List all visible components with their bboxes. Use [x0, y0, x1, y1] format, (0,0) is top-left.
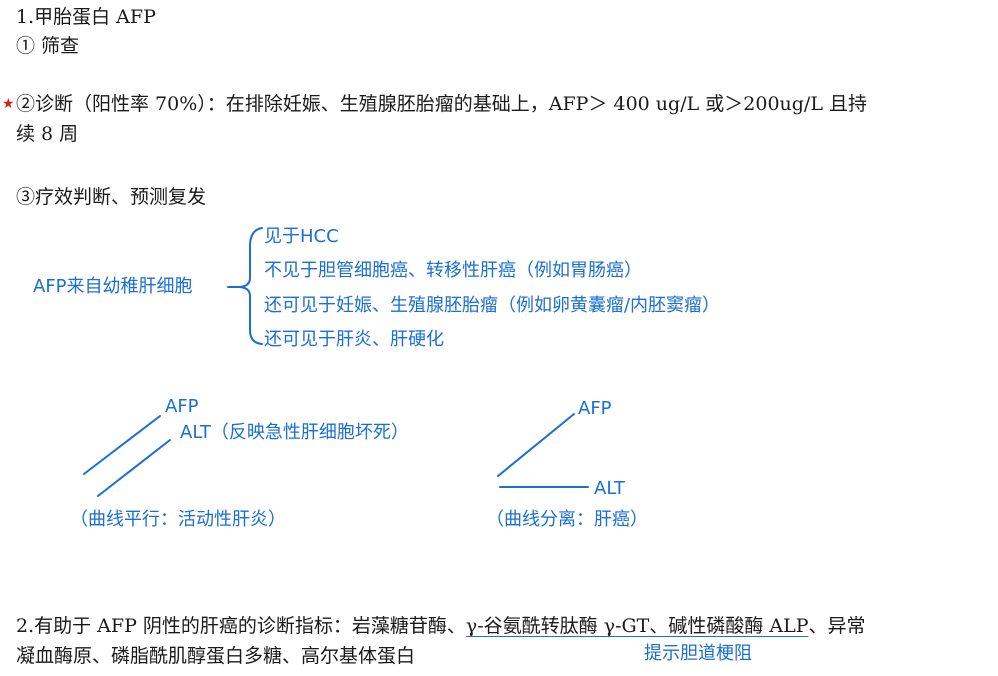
right-afp-label: AFP — [578, 398, 612, 419]
section2-suffix: 、异常 — [808, 615, 866, 637]
right-caption: （曲线分离：肝癌） — [486, 509, 648, 530]
left-alt-label: ALT（反映急性肝细胞坏死） — [180, 422, 409, 443]
section2-underlined: γ-谷氨酰转肽酶 γ-GT、碱性磷酸酶 ALP — [465, 615, 809, 637]
branch-not-seen: 不见于胆管细胞癌、转移性肝癌（例如胃肠癌） — [264, 260, 642, 281]
branch-hcc: 见于HCC — [264, 226, 339, 247]
section2-line1: 2.有助于 AFP 阴性的肝癌的诊断指标：岩藻糖苷酶、γ-谷氨酰转肽酶 γ-GT… — [16, 613, 866, 639]
right-alt-label: ALT — [594, 478, 625, 499]
afp-source-label: AFP来自幼稚肝细胞 — [33, 276, 193, 297]
branch-hepatitis: 还可见于肝炎、肝硬化 — [264, 329, 444, 350]
left-caption: （曲线平行：活动性肝炎） — [70, 509, 286, 530]
section2-line2: 凝血酶原、磷脂酰肌醇蛋白多糖、高尔基体蛋白 — [16, 645, 416, 667]
item-diagnosis-line2: 续 8 周 — [16, 123, 79, 145]
left-afp-label: AFP — [165, 396, 199, 417]
section1-title: 1.甲胎蛋白 AFP — [16, 6, 156, 28]
biliary-obstruction-note: 提示胆道梗阻 — [644, 643, 752, 664]
item-efficacy: ③疗效判断、预测复发 — [16, 186, 207, 208]
brace-stroke — [239, 227, 263, 345]
branch-pregnancy: 还可见于妊娠、生殖腺胚胎瘤（例如卵黄囊瘤/内胚窦瘤） — [264, 295, 721, 316]
left-afp-line — [83, 415, 161, 475]
section2-prefix: 2.有助于 AFP 阴性的肝癌的诊断指标：岩藻糖苷酶、 — [16, 615, 466, 637]
item-screening: ① 筛查 — [16, 35, 80, 57]
left-alt-line — [97, 439, 171, 497]
star-icon: ★ — [2, 96, 15, 112]
item-diagnosis-line1: ②诊断（阳性率 70%）：在排除妊娠、生殖腺胚胎瘤的基础上，AFP＞ 400 u… — [16, 93, 867, 115]
right-afp-line — [497, 413, 575, 477]
